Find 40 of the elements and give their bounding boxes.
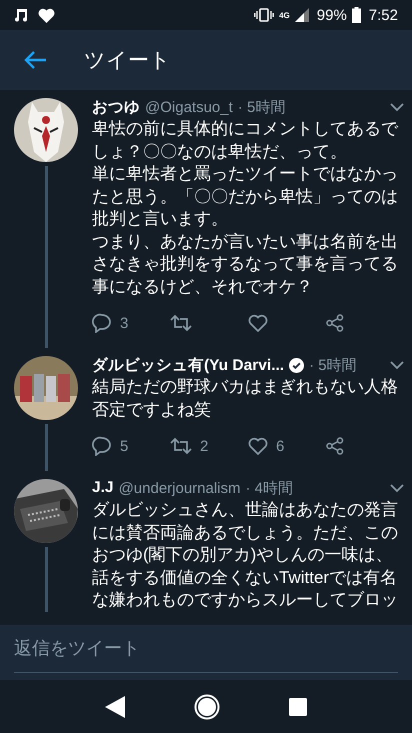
home-icon[interactable]: [194, 694, 220, 720]
music-note-icon: [14, 7, 28, 23]
tweet-text: 卑怯の前に具体的にコメントしてあるで しょ？〇〇なのは卑怯だ、って。 単に卑怯者と罵ったツイートではなかっ たと思う。「〇〇だから卑怯」ってのは 批判と言います。 つまり、あなたが言いたい事は名前を出 さなきゃ批判をするなって事を言ってる 事になるけど、それでオケ？: [92, 118, 400, 298]
reply-field[interactable]: 返信をツイート: [0, 625, 412, 680]
author-name[interactable]: J.J: [92, 479, 114, 497]
battery-percent: 99%: [316, 6, 347, 24]
tweet-time: · 5時間: [238, 98, 286, 116]
clock: 7:52: [368, 6, 398, 24]
share-icon[interactable]: [326, 314, 344, 332]
author-name[interactable]: ダルビッシュ有(Yu Darvi...: [92, 354, 284, 376]
recents-icon[interactable]: [289, 698, 308, 716]
retweet-icon[interactable]: [170, 437, 192, 455]
chevron-down-icon[interactable]: [390, 484, 404, 492]
signal-icon: [294, 8, 309, 22]
tweet-text: 結局ただの野球バカはまぎれもない人格 否定ですよね笑: [92, 376, 399, 420]
screen-title: ツイート: [84, 48, 171, 74]
chevron-down-icon[interactable]: [390, 360, 404, 370]
network-label: 4G: [279, 10, 290, 20]
back-icon[interactable]: [104, 696, 125, 718]
reply-count: 5: [120, 438, 128, 454]
reply-count: 3: [120, 314, 128, 332]
battery-icon: [352, 7, 361, 23]
tweet-time: · 4時間: [246, 478, 294, 498]
back-arrow-icon[interactable]: [23, 50, 47, 70]
author-handle[interactable]: @underjournalism: [118, 480, 241, 496]
retweet-count: 2: [200, 438, 208, 454]
tweet-time: · 5時間: [309, 356, 357, 374]
reply-icon[interactable]: [92, 313, 112, 333]
reply-icon[interactable]: [92, 436, 112, 456]
share-icon[interactable]: [326, 437, 344, 455]
author-name[interactable]: おつゆ: [92, 96, 140, 118]
heart-outline-icon[interactable]: [248, 314, 268, 332]
vibrate-icon: [254, 8, 274, 22]
like-count: 6: [276, 438, 284, 454]
chevron-down-icon[interactable]: [390, 102, 404, 112]
tweet-text: ダルビッシュさん、世論はあなたの発言 には賛否両論あるでしょう。ただ、この おつゆ(閣下の別アカ)やしんの一味は、 話をする価値の全くないTwitterでは有名 な嫌われものですからスルーしてブロッ: [92, 499, 399, 611]
retweet-icon[interactable]: [170, 314, 192, 332]
author-handle[interactable]: @Oigatsuo_t: [145, 98, 233, 116]
heart-icon: [38, 8, 55, 22]
heart-outline-icon[interactable]: [248, 437, 268, 455]
